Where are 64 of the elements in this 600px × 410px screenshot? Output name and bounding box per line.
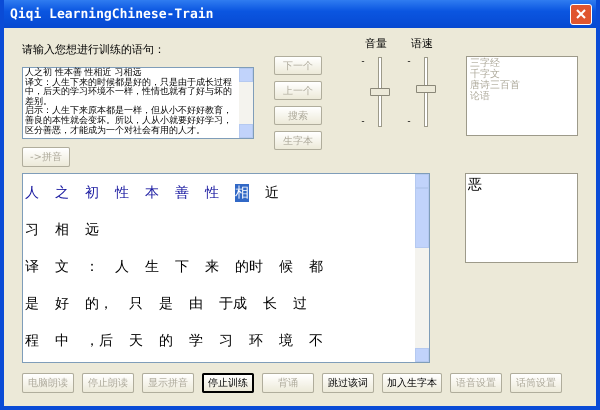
reading-character: 过 (293, 295, 307, 313)
reading-character: 近 (265, 184, 279, 202)
reading-character: 人 (25, 184, 39, 202)
slider-thumb[interactable] (416, 84, 436, 92)
prompt-label: 请输入您想进行训练的语句： (22, 42, 166, 57)
reading-character: 环 (249, 332, 263, 350)
tick-mark: - (407, 57, 411, 67)
vertical-slider[interactable] (414, 57, 437, 127)
slider-label: 音量 (365, 36, 387, 51)
reading-character: 远 (85, 221, 99, 239)
reading-character: 境 (279, 332, 293, 350)
tick-mark: - (407, 117, 411, 127)
reading-character: 来 (205, 258, 219, 276)
vertical-slider[interactable] (368, 57, 391, 127)
reading-character: 性 (115, 184, 129, 202)
reading-character: 由 (189, 295, 203, 313)
reading-character: 于成 (219, 295, 247, 313)
close-button[interactable] (570, 4, 592, 24)
reading-character: 程 (25, 332, 39, 350)
reading-character: 是 (159, 295, 173, 313)
reading-character: 习 (25, 221, 39, 239)
action-button[interactable]: 停止训练 (202, 373, 254, 393)
slider-thumb[interactable] (370, 88, 390, 96)
reading-character: 的， (85, 295, 113, 313)
reading-character: 下 (175, 258, 189, 276)
reading-character: 是 (25, 295, 39, 313)
reading-character: 译 (25, 258, 39, 276)
reading-character: 中 (55, 332, 69, 350)
reading-character: 生 (145, 258, 159, 276)
slider-label: 语速 (411, 36, 433, 51)
sentence-input[interactable]: 人之初 性本善 性相近 习相远 译文：人生下来的时候都是好的，只是由于成长过程中，后天的学习环境不一样，性情也就有了好与坏的差别。 启示：人生下来原本都是一样，但从小不好好教育，善良的本性就会变坏。所以，人从小就要好好学习，区分善恶，才能成为一个对社会有用的人才。 (22, 67, 254, 139)
reading-character: 善 (175, 184, 189, 202)
reading-character: 习 (219, 332, 233, 350)
action-button[interactable]: 加入生字本 (382, 373, 442, 393)
scrollbar[interactable] (415, 174, 429, 362)
reading-character: 的 (159, 332, 173, 350)
reading-character: 本 (145, 184, 159, 202)
reading-character: ，后 (85, 332, 113, 350)
reading-character: 性 (205, 184, 219, 202)
reading-character: 文 (55, 258, 69, 276)
reading-character: 长 (263, 295, 277, 313)
reading-character: 只 (129, 295, 143, 313)
reading-character: 人 (115, 258, 129, 276)
window-title: Qiqi LearningChinese-Train (10, 6, 214, 22)
tick-mark: - (361, 117, 365, 127)
reading-character: ： (85, 258, 99, 276)
reading-character: 初 (85, 184, 99, 202)
reading-character: 相 (55, 221, 69, 239)
reading-character: 不 (309, 332, 323, 350)
tick-mark: - (361, 57, 365, 67)
input-paragraph: 启示：人生下来原本都是一样，但从小不好好教育，善良的本性就会变坏。所以，人从小就要好好学习，区分善恶，才能成为一个对社会有用的人才。 (25, 107, 233, 136)
reading-character: 都 (309, 258, 323, 276)
reading-character: 好 (55, 295, 69, 313)
reading-character: 候 (279, 258, 293, 276)
reading-character: 的时 (235, 258, 263, 276)
current-word: 恶 (465, 173, 578, 263)
close-icon (576, 9, 586, 19)
reading-character: 学 (189, 332, 203, 350)
action-button[interactable]: 跳过该词 (322, 373, 374, 393)
reading-character: 天 (129, 332, 143, 350)
scrollbar[interactable] (239, 68, 253, 138)
reading-character: 之 (55, 184, 69, 202)
reading-character: 相 (235, 184, 249, 202)
input-paragraph: 人之初 性本善 性相近 习相远 (25, 69, 142, 78)
